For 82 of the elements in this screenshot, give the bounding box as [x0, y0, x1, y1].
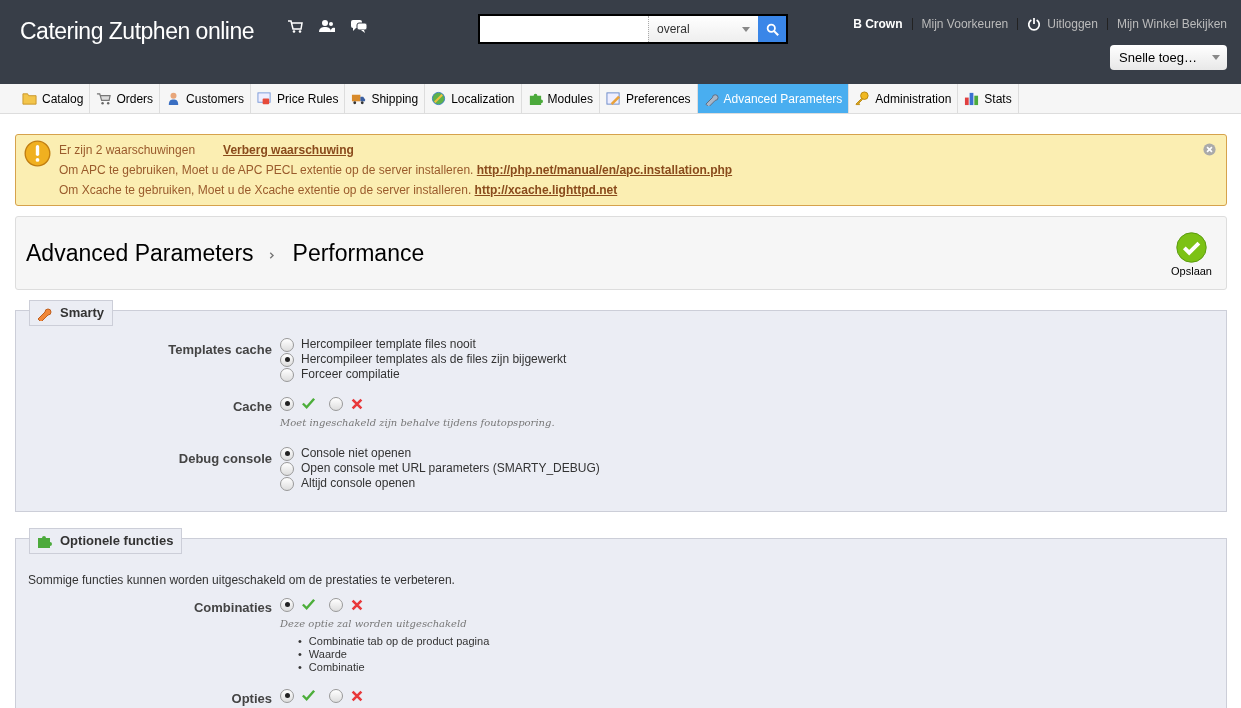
users-icon[interactable] [318, 18, 336, 34]
cart-icon [96, 91, 112, 106]
radio-button[interactable] [280, 597, 294, 612]
warning-icon [24, 140, 51, 167]
warning-link[interactable]: http://php.net/manual/en/apc.installation.php [476, 163, 733, 177]
folder-icon [22, 91, 37, 106]
price-tag-icon [257, 91, 273, 106]
breadcrumb-item: Performance [292, 238, 425, 268]
list-item: Waarde [308, 648, 347, 661]
wrench-icon [703, 91, 719, 106]
header-link[interactable]: Mijn Voorkeuren [921, 15, 1009, 33]
quick-access-dropdown[interactable]: Snelle toeg… [1110, 45, 1227, 70]
cross-icon [350, 688, 364, 703]
warning-summary: Er zijn 2 waarschuwingen [59, 142, 196, 159]
nav-tab[interactable]: Modules [521, 84, 600, 113]
breadcrumb-item: Advanced Parameters [26, 238, 254, 268]
bar-chart-icon [964, 91, 980, 106]
check-icon [301, 597, 316, 612]
nav-tab[interactable]: Shipping [345, 84, 426, 113]
save-button[interactable]: Opslaan [1171, 232, 1212, 280]
list-item: Combinatie tab op de product pagina [308, 635, 490, 648]
hint-text: Deze optie zal worden uitgeschakeld [280, 617, 468, 631]
bullet: • [298, 648, 302, 661]
radio-button[interactable] [329, 396, 343, 411]
bullet: • [298, 661, 302, 674]
radio-button[interactable] [329, 688, 343, 703]
check-icon [301, 688, 316, 703]
header-link[interactable]: Mijn Winkel Bekijken [1116, 15, 1227, 33]
puzzle-icon [527, 91, 543, 106]
radio-button[interactable] [329, 597, 343, 612]
chevron-icon [267, 249, 277, 261]
site-title: Catering Zutphen online [20, 17, 254, 46]
section-title: Optionele functies [60, 532, 174, 550]
radio-button[interactable] [280, 446, 294, 461]
warning-message: Om APC te gebruiken, Moet u de APC PECL extentie op de server installeren. http://php.net/manual/en/apc.installation.php [59, 162, 733, 179]
chat-icon[interactable] [350, 18, 368, 34]
nav-tab[interactable]: Price Rules [251, 84, 346, 113]
field-label: Opties [230, 690, 273, 708]
field-label: Debug console [177, 450, 273, 468]
check-icon [301, 396, 316, 411]
field-label: Cache [231, 398, 273, 416]
section-intro: Sommige functies kunnen worden uitgeschakeld om de prestaties te verbeteren. [28, 572, 456, 589]
option-label: Hercompileer template files nooit [301, 337, 476, 352]
cart-icon[interactable] [286, 18, 304, 34]
nav-tab[interactable]: Administration [849, 84, 959, 113]
radio-button[interactable] [280, 396, 294, 411]
radio-button[interactable] [280, 367, 294, 382]
option-label: Altijd console openen [301, 476, 416, 491]
check-icon [1176, 232, 1207, 264]
option-label: Hercompileer templates als de files zijn bijgewerkt [301, 352, 567, 367]
nav-tab[interactable]: Stats [958, 84, 1019, 113]
key-icon [855, 91, 871, 106]
field-label: Combinaties [193, 599, 273, 617]
preferences-icon [605, 91, 621, 106]
radio-button[interactable] [280, 337, 294, 352]
field-label: Templates cache [167, 341, 273, 359]
cross-icon [350, 396, 364, 411]
bullet: • [298, 635, 302, 648]
hint-text: Moet ingeschakeld zijn behalve tijdens foutopsporing. [280, 416, 555, 430]
radio-button[interactable] [280, 352, 294, 367]
nav-tab[interactable]: Customers [160, 84, 252, 113]
power-icon [1027, 17, 1042, 31]
radio-button[interactable] [280, 461, 294, 476]
radio-button[interactable] [280, 476, 294, 491]
nav-tab[interactable]: Localization [425, 84, 522, 113]
hide-warning-link[interactable]: Verberg waarschuwing [223, 140, 354, 160]
warning-link[interactable]: http://xcache.lighttpd.net [474, 183, 618, 197]
globe-icon [431, 91, 447, 106]
radio-button[interactable] [280, 688, 294, 703]
nav-tab[interactable]: Preferences [599, 84, 698, 113]
logout-link[interactable]: Uitloggen [1047, 15, 1098, 33]
section-title: Smarty [60, 304, 105, 322]
option-label: Console niet openen [301, 446, 412, 461]
user-name[interactable]: B Crown [853, 15, 903, 33]
cross-icon [350, 597, 364, 612]
option-label: Open console met URL parameters (SMARTY_DEBUG) [301, 461, 600, 476]
option-label: Forceer compilatie [301, 367, 400, 382]
nav-tab[interactable]: Catalog [16, 84, 91, 113]
close-icon[interactable] [1203, 143, 1216, 156]
nav-tab[interactable]: Orders [90, 84, 161, 113]
list-item: Combinatie [308, 661, 365, 674]
warning-message: Om Xcache te gebruiken, Moet u de Xcache extentie op de server installeren. http://xcache.lighttpd.net [59, 182, 619, 199]
